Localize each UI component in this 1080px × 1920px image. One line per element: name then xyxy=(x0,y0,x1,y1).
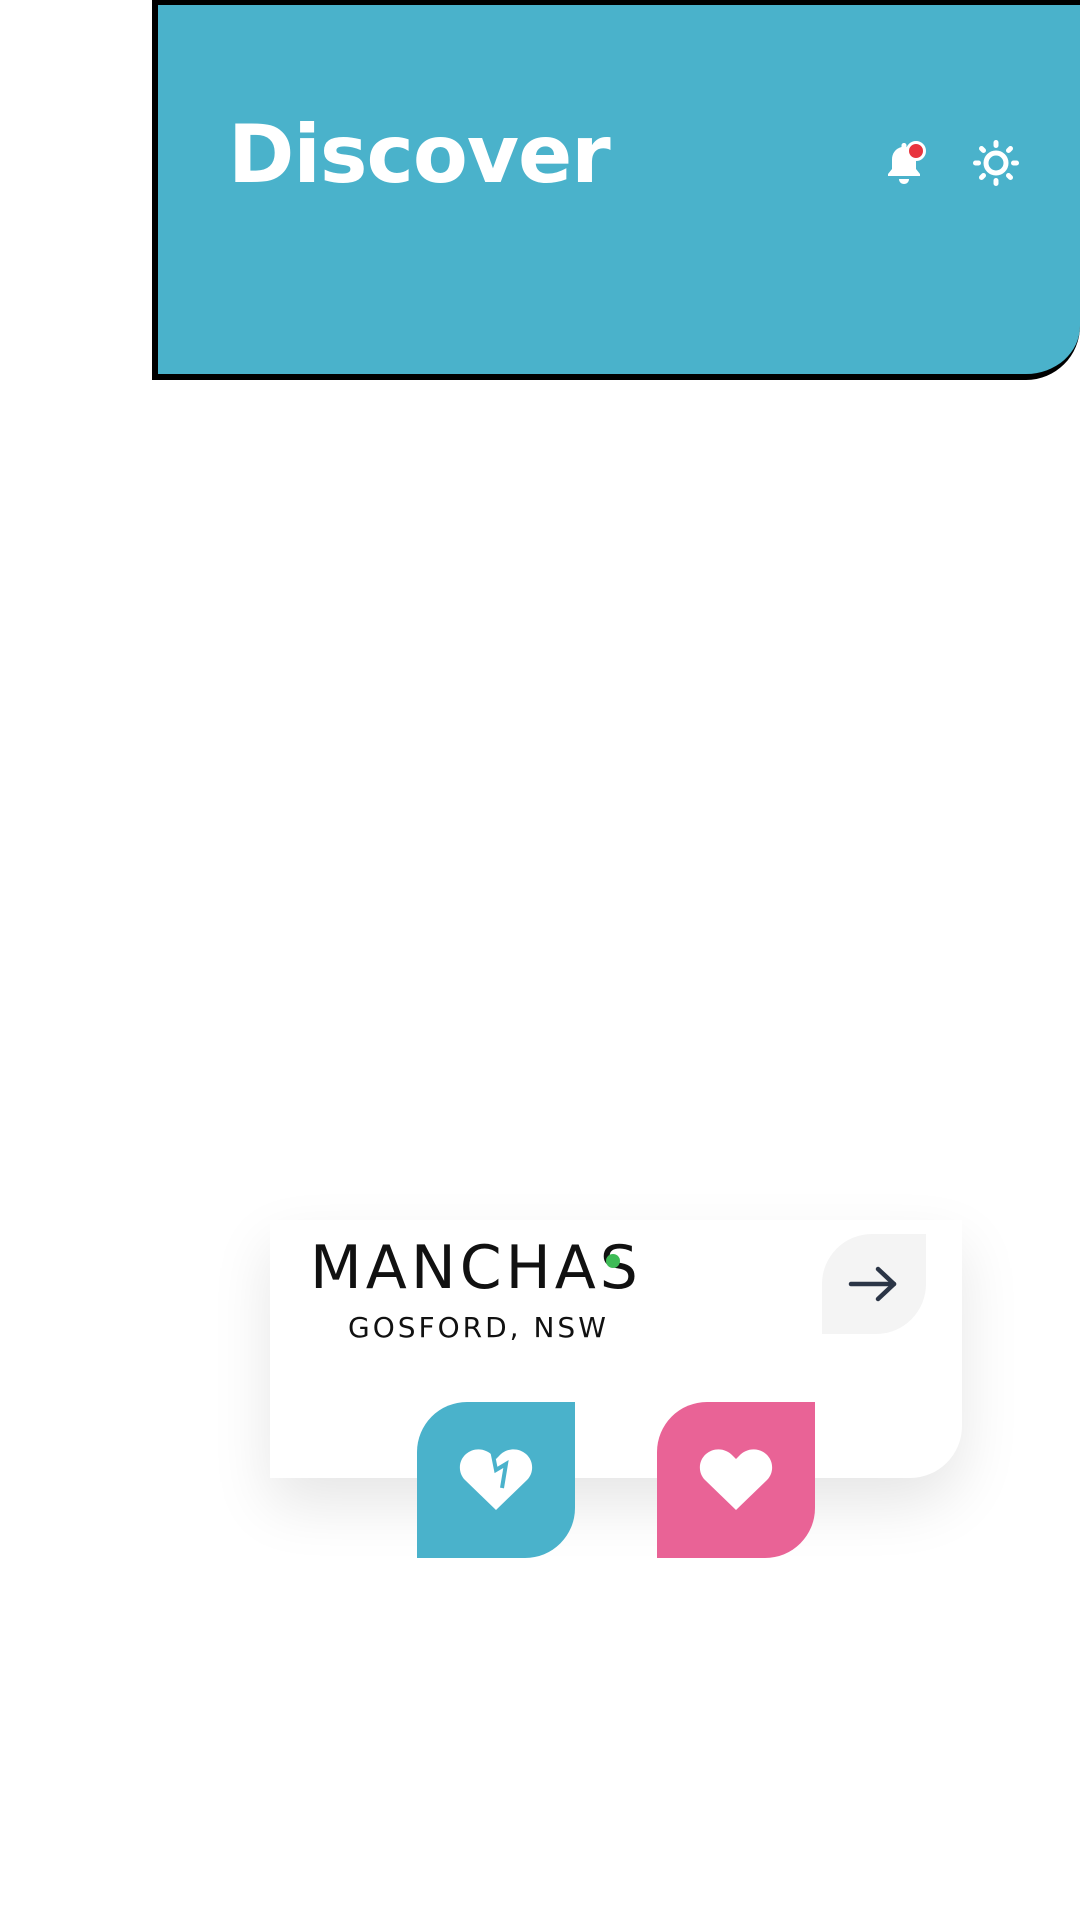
profile-card[interactable]: MANCHAS GOSFORD, NSW xyxy=(270,1220,962,1478)
arrow-right-icon xyxy=(848,1266,897,1302)
gear-icon xyxy=(973,140,1019,186)
online-status-dot xyxy=(606,1254,620,1268)
view-profile-button[interactable] xyxy=(822,1234,926,1334)
settings-button[interactable] xyxy=(964,131,1028,195)
broken-heart-icon xyxy=(459,1449,533,1510)
heart-icon xyxy=(699,1449,773,1510)
header: Discover xyxy=(152,0,1080,380)
discover-screen: Discover MANCHAS GOSFORD, NSW xyxy=(0,0,1080,1920)
like-button[interactable] xyxy=(657,1402,815,1558)
page-title: Discover xyxy=(228,108,611,201)
profile-location: GOSFORD, NSW xyxy=(348,1311,609,1344)
notification-badge xyxy=(906,141,926,161)
profile-name: MANCHAS xyxy=(310,1233,642,1303)
notifications-button[interactable] xyxy=(872,131,936,195)
dislike-button[interactable] xyxy=(417,1402,575,1558)
